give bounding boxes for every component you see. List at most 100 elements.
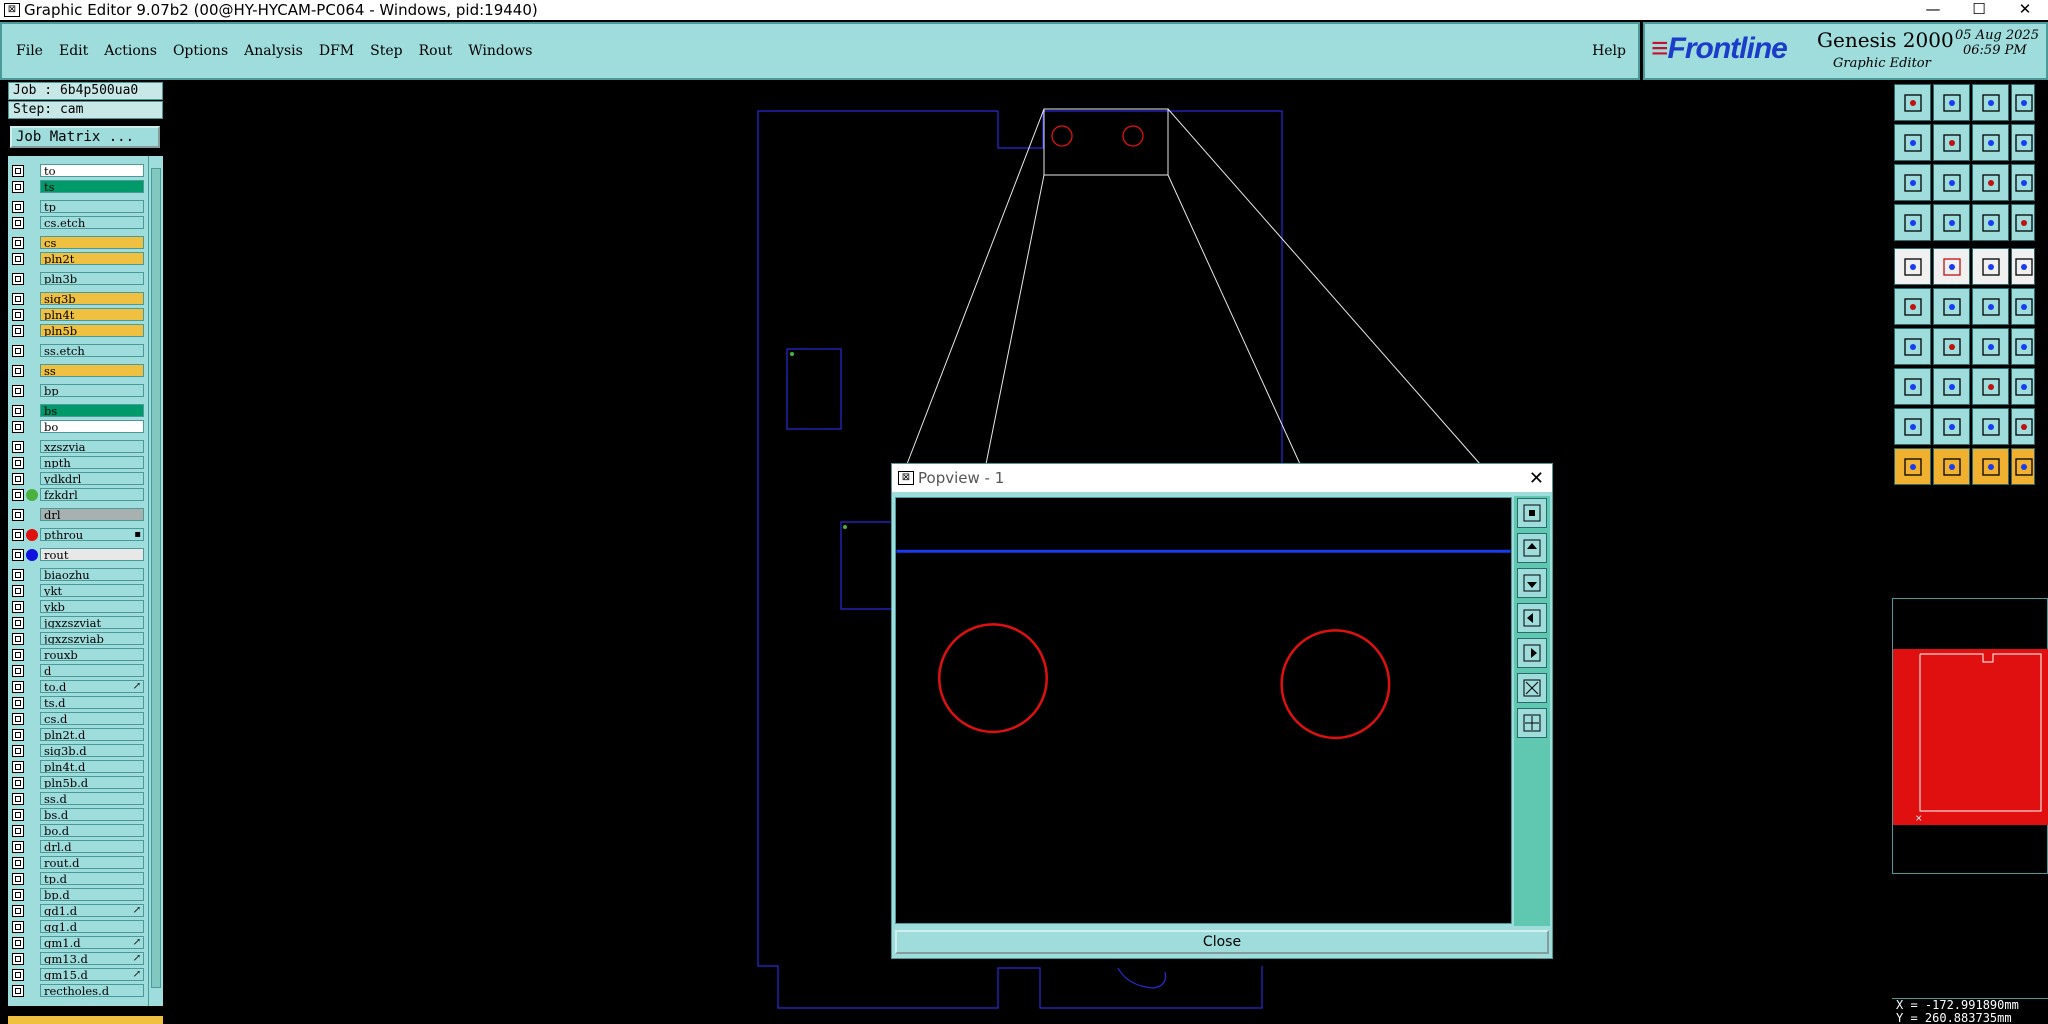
layer-row-ss-d[interactable]: ss.d <box>12 792 144 805</box>
layer-checkbox[interactable] <box>12 344 24 357</box>
layer-row-drl[interactable]: drl <box>12 508 144 521</box>
line-add-icon[interactable] <box>1933 248 1970 285</box>
layer-row-ts[interactable]: ts <box>12 180 144 193</box>
layer-checkbox[interactable] <box>12 252 24 265</box>
paste-icon[interactable] <box>1933 84 1970 121</box>
layer-row-d[interactable]: d <box>12 664 144 677</box>
layer-name[interactable]: rout <box>40 548 144 561</box>
minimize-button[interactable]: — <box>1910 0 1956 20</box>
layer-name[interactable]: pln4t.d <box>40 760 144 773</box>
line-angle-icon[interactable] <box>1894 328 1931 365</box>
split-icon[interactable] <box>2011 328 2035 365</box>
layer-name[interactable]: gg1.d <box>40 920 144 933</box>
layer-checkbox[interactable] <box>12 744 24 757</box>
layer-name[interactable]: bo <box>40 420 144 433</box>
layer-row-cs-etch[interactable]: cs.etch <box>12 216 144 229</box>
popview-close-button[interactable]: Close <box>895 930 1549 954</box>
layer-checkbox[interactable] <box>12 600 24 613</box>
menu-help[interactable]: Help <box>1592 43 1626 59</box>
feature-move-icon[interactable] <box>1894 288 1931 325</box>
menu-analysis[interactable]: Analysis <box>244 43 303 59</box>
menu-file[interactable]: File <box>16 43 43 59</box>
menu-rout[interactable]: Rout <box>419 43 453 59</box>
layer-row-npth[interactable]: npth <box>12 456 144 469</box>
layer-name[interactable]: rouxb <box>40 648 144 661</box>
layer-row-pln4t[interactable]: pln4t <box>12 308 144 321</box>
layer-checkbox[interactable] <box>12 324 24 337</box>
layer-checkbox[interactable] <box>12 648 24 661</box>
layer-row-xzszvia[interactable]: xzszvia <box>12 440 144 453</box>
layer-row-pln2t[interactable]: pln2t <box>12 252 144 265</box>
layer-name[interactable]: rout.d <box>40 856 144 869</box>
layer-name[interactable]: bs.d <box>40 808 144 821</box>
layer-row-bo[interactable]: bo <box>12 420 144 433</box>
layer-name[interactable]: ydkdrl <box>40 472 144 485</box>
zoom-fit-icon[interactable] <box>1517 498 1547 528</box>
layer-row-ts-d[interactable]: ts.d <box>12 696 144 709</box>
layer-row-ss-etch[interactable]: ss.etch <box>12 344 144 357</box>
home-icon[interactable] <box>1972 84 2009 121</box>
menu-edit[interactable]: Edit <box>59 43 88 59</box>
layer-name[interactable]: ykb <box>40 600 144 613</box>
layer-name[interactable]: pln4t <box>40 308 144 321</box>
layer-row-cs[interactable]: cs <box>12 236 144 249</box>
layer-name[interactable]: cs.d <box>40 712 144 725</box>
layer-name[interactable]: gm1.d ↗ <box>40 936 144 949</box>
layer-checkbox[interactable] <box>12 508 24 521</box>
layer-row-ss[interactable]: ss <box>12 364 144 377</box>
layer-row-tp-d[interactable]: tp.d <box>12 872 144 885</box>
layer-name[interactable]: bp.d <box>40 888 144 901</box>
layer-name[interactable]: pthrou ▪ <box>40 528 144 541</box>
overview-panel[interactable]: × <box>1892 598 2048 874</box>
layer-row-pln4t-d[interactable]: pln4t.d <box>12 760 144 773</box>
menu-windows[interactable]: Windows <box>468 43 532 59</box>
layer-name[interactable]: ts.d <box>40 696 144 709</box>
layer-list-scrollbar[interactable] <box>148 156 163 1006</box>
scale-icon[interactable] <box>1972 164 2009 201</box>
box-icon[interactable] <box>1972 368 2009 405</box>
circle-icon[interactable] <box>2011 248 2035 285</box>
layer-checkbox[interactable] <box>12 888 24 901</box>
layer-row-gm15-d[interactable]: gm15.d ↗ <box>12 968 144 981</box>
maximize-button[interactable]: ☐ <box>1956 0 2002 20</box>
layer-checkbox[interactable] <box>12 236 24 249</box>
query-icon[interactable] <box>2011 164 2035 201</box>
layer-row-rout[interactable]: rout <box>12 548 144 561</box>
layer-row-to[interactable]: to <box>12 164 144 177</box>
layer-name[interactable]: to <box>40 164 144 177</box>
layer-name[interactable]: biaozhu <box>40 568 144 581</box>
cut-line-icon[interactable] <box>1933 368 1970 405</box>
layer-row-gd1-d[interactable]: gd1.d ↗ <box>12 904 144 917</box>
layer-checkbox[interactable] <box>12 936 24 949</box>
layer-row-pln5b[interactable]: pln5b <box>12 324 144 337</box>
layer-row-drl-d[interactable]: drl.d <box>12 840 144 853</box>
feature-delete-icon[interactable] <box>1933 288 1970 325</box>
edit-pointer-icon[interactable] <box>2011 448 2035 485</box>
layer-name[interactable]: to.d ↗ <box>40 680 144 693</box>
layer-row-jgxzszviab[interactable]: jgxzszviab <box>12 632 144 645</box>
layer-row-biaozhu[interactable]: biaozhu <box>12 568 144 581</box>
snap-icon[interactable] <box>2011 124 2035 161</box>
layer-name[interactable]: sig3b <box>40 292 144 305</box>
layer-checkbox[interactable] <box>12 984 24 997</box>
layer-name[interactable]: ss <box>40 364 144 377</box>
layer-checkbox[interactable] <box>12 528 24 541</box>
layer-checkbox[interactable] <box>12 548 24 561</box>
zoom-home-icon[interactable] <box>1517 708 1547 738</box>
layer-row-bs-d[interactable]: bs.d <box>12 808 144 821</box>
layer-row-to-d[interactable]: to.d ↗ <box>12 680 144 693</box>
menu-options[interactable]: Options <box>173 43 228 59</box>
layer-name[interactable]: cs.etch <box>40 216 144 229</box>
pan-right-icon[interactable] <box>1517 638 1547 668</box>
menu-actions[interactable]: Actions <box>104 43 157 59</box>
layer-name[interactable]: pln5b <box>40 324 144 337</box>
layer-checkbox[interactable] <box>12 404 24 417</box>
layer-checkbox[interactable] <box>12 760 24 773</box>
close-window-button[interactable]: ✕ <box>2002 0 2048 20</box>
triangle-3-icon[interactable] <box>1972 408 2009 445</box>
layer-row-cs-d[interactable]: cs.d <box>12 712 144 725</box>
layer-checkbox[interactable] <box>12 696 24 709</box>
zoom-center-icon[interactable] <box>1933 164 1970 201</box>
layer-checkbox[interactable] <box>12 632 24 645</box>
layer-name[interactable]: drl <box>40 508 144 521</box>
